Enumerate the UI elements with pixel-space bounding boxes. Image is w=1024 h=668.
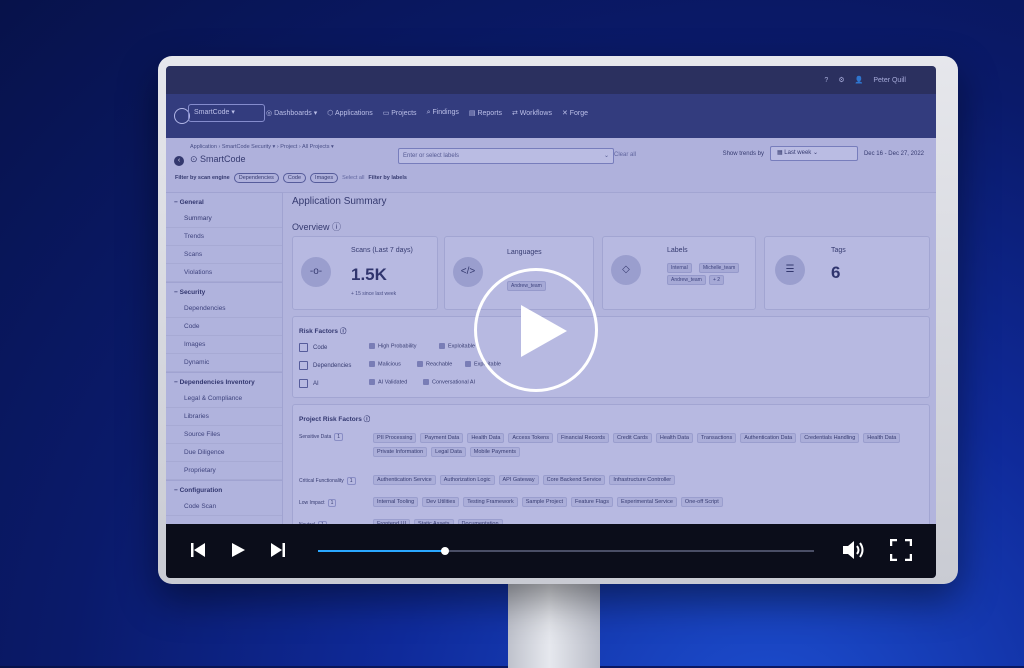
video-controls — [166, 524, 936, 578]
play-small-icon[interactable] — [230, 542, 246, 558]
play-icon — [521, 305, 567, 357]
video-progress-fill — [318, 550, 445, 552]
skip-forward-icon[interactable] — [270, 542, 286, 558]
video-progress-bar[interactable] — [318, 547, 814, 555]
video-progress-handle[interactable] — [440, 547, 449, 555]
play-button[interactable] — [474, 268, 598, 392]
volume-icon[interactable] — [842, 539, 866, 561]
monitor-screen: ? ⚙ 👤 Peter Quill SmartCode ▾ ◎ Dashboar… — [166, 66, 936, 578]
fullscreen-icon[interactable] — [890, 539, 912, 561]
monitor-stand — [508, 578, 600, 668]
skip-back-icon[interactable] — [190, 542, 206, 558]
